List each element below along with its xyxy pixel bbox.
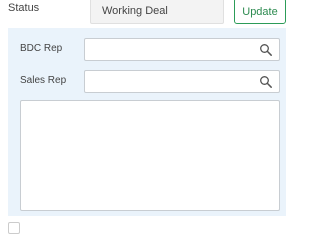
sales-rep-label: Sales Rep [20,75,67,86]
update-button[interactable]: Update [234,0,286,24]
bdc-rep-label: BDC Rep [20,43,63,54]
search-icon[interactable] [259,75,273,89]
status-label: Status [8,2,40,14]
status-field[interactable]: Working Deal [90,0,224,24]
search-icon[interactable] [259,43,273,57]
rep-panel: BDC Rep Sales Rep [8,28,286,216]
bdc-rep-input[interactable] [85,39,267,60]
checkbox[interactable] [8,222,20,234]
notes-textarea[interactable] [21,101,279,210]
sales-rep-field[interactable] [84,70,280,93]
notes-area[interactable] [20,100,280,211]
sales-rep-input[interactable] [85,71,267,92]
bdc-rep-field[interactable] [84,38,280,61]
